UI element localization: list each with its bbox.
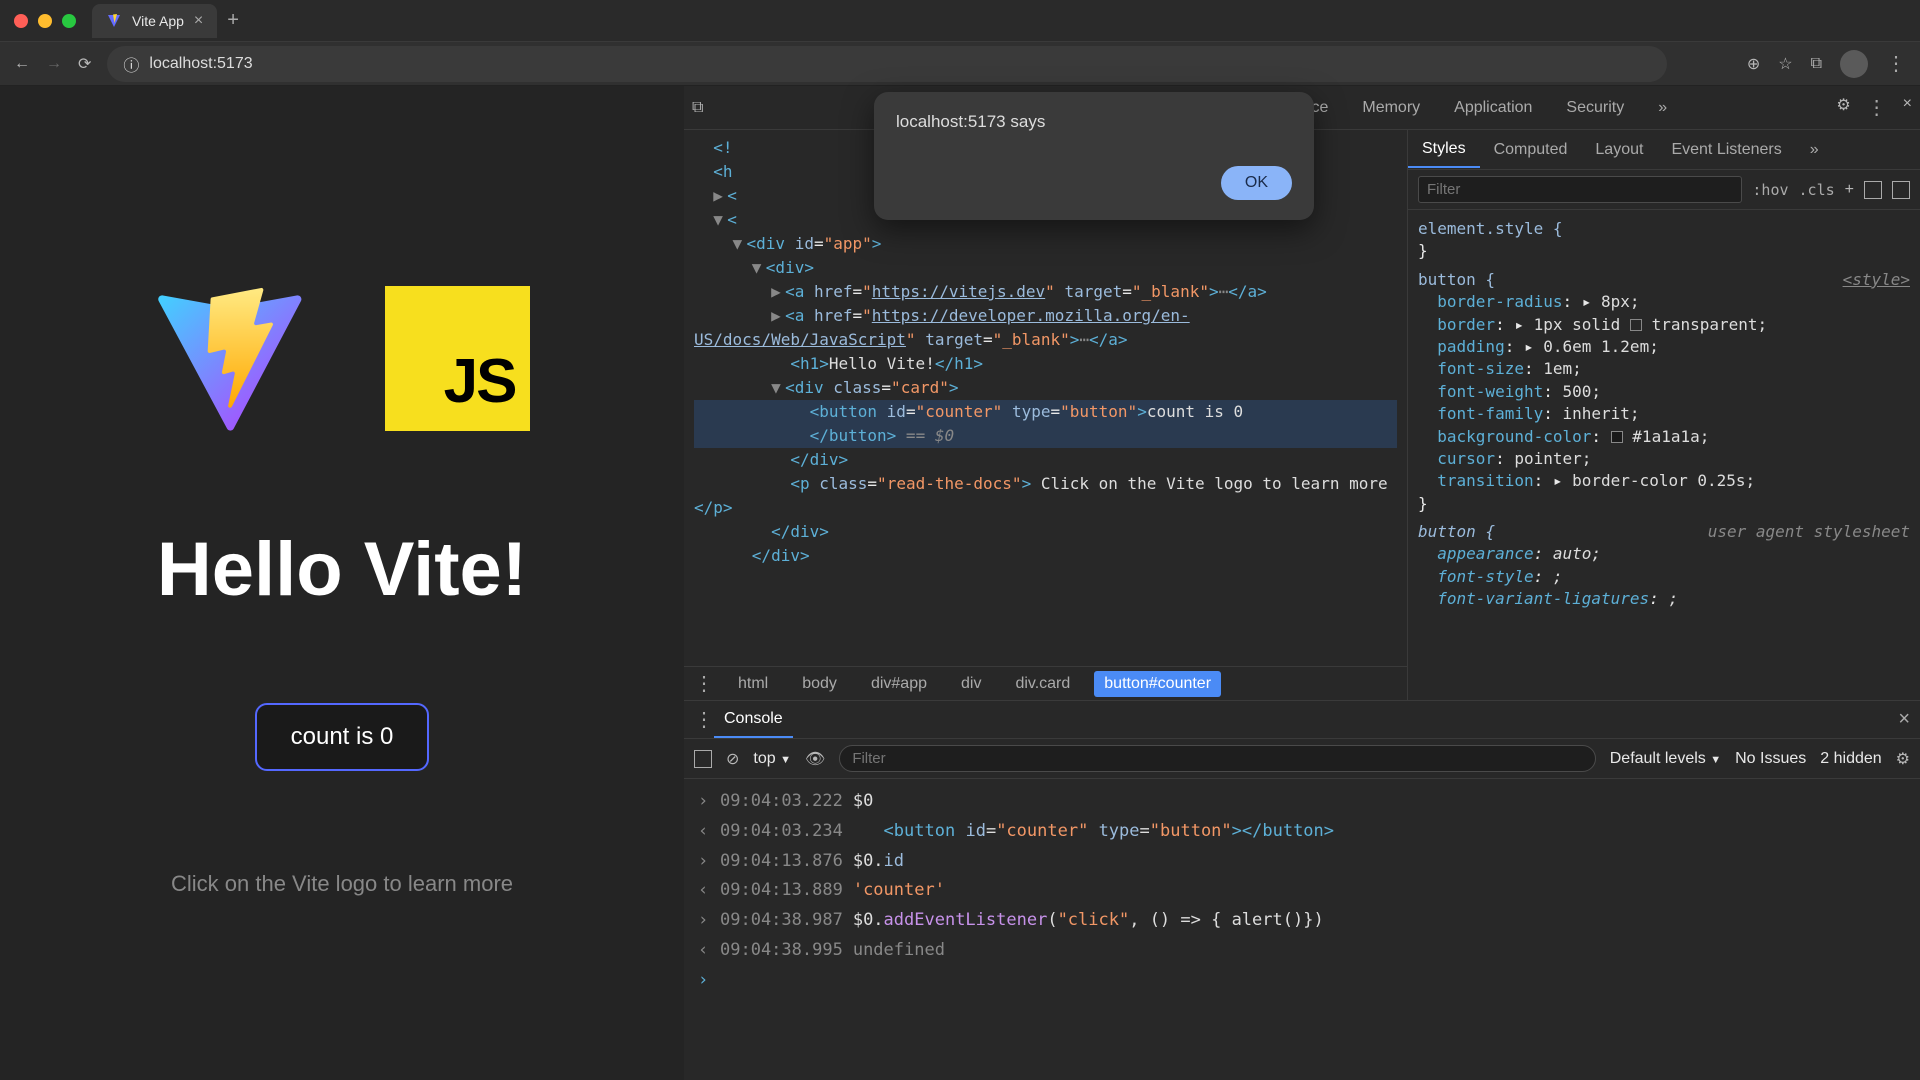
page-viewport: JS Hello Vite! count is 0 Click on the V… bbox=[0, 86, 684, 1080]
inspect-element-icon[interactable]: ⧉ bbox=[692, 99, 703, 117]
alert-dialog: localhost:5173 says OK bbox=[874, 92, 1314, 220]
counter-button[interactable]: count is 0 bbox=[255, 703, 430, 771]
new-tab-button[interactable]: + bbox=[227, 9, 239, 32]
tab-close-icon[interactable]: × bbox=[194, 12, 203, 30]
tab-computed[interactable]: Computed bbox=[1480, 133, 1582, 167]
console-drawer: ⋮ Console × ⊘ top ▼ 👁 Default levels ▼ N… bbox=[684, 700, 1920, 1080]
profile-avatar[interactable] bbox=[1840, 50, 1868, 78]
crumb-div[interactable]: div bbox=[951, 671, 991, 697]
vite-logo-icon[interactable] bbox=[155, 286, 305, 436]
console-tab[interactable]: Console bbox=[714, 702, 793, 738]
console-filter-input[interactable] bbox=[839, 745, 1595, 772]
url-text: localhost:5173 bbox=[149, 55, 252, 73]
alert-ok-button[interactable]: OK bbox=[1221, 166, 1292, 200]
console-sidebar-icon[interactable] bbox=[694, 750, 712, 768]
tab-application[interactable]: Application bbox=[1446, 89, 1540, 127]
crumb-body[interactable]: body bbox=[792, 671, 847, 697]
devtools-menu-icon[interactable]: ⋮ bbox=[1867, 95, 1887, 120]
tab-more-icon[interactable]: » bbox=[1650, 89, 1675, 127]
console-log[interactable]: ›09:04:03.222$0 ‹09:04:03.234 <button id… bbox=[684, 779, 1920, 1080]
live-expression-icon[interactable]: 👁 bbox=[805, 749, 825, 769]
tab-styles[interactable]: Styles bbox=[1408, 132, 1480, 168]
alert-title: localhost:5173 says bbox=[896, 112, 1292, 132]
devtools-settings-icon[interactable]: ⚙ bbox=[1836, 95, 1850, 120]
address-bar: ← → ⟳ ⓘ localhost:5173 ⊕ ☆ ⧉ ⋮ bbox=[0, 42, 1920, 86]
styles-filter-input[interactable] bbox=[1418, 176, 1742, 203]
crumb-div-card[interactable]: div.card bbox=[1005, 671, 1080, 697]
hov-toggle[interactable]: :hov bbox=[1752, 181, 1788, 199]
styles-panel: Styles Computed Layout Event Listeners »… bbox=[1408, 130, 1920, 700]
devtools-close-icon[interactable]: × bbox=[1903, 95, 1912, 120]
crumb-div-app[interactable]: div#app bbox=[861, 671, 937, 697]
close-window-button[interactable] bbox=[14, 14, 28, 28]
crumb-menu-icon[interactable]: ⋮ bbox=[694, 671, 714, 696]
zoom-icon[interactable]: ⊕ bbox=[1747, 54, 1760, 74]
devtools: localhost:5173 says OK ⧉ rk Performance … bbox=[684, 86, 1920, 1080]
browser-tab[interactable]: Vite App × bbox=[92, 4, 217, 38]
browser-titlebar: Vite App × + bbox=[0, 0, 1920, 42]
drawer-close-icon[interactable]: × bbox=[1898, 708, 1910, 731]
styles-icon-1[interactable] bbox=[1864, 181, 1882, 199]
minimize-window-button[interactable] bbox=[38, 14, 52, 28]
site-info-icon[interactable]: ⓘ bbox=[123, 52, 139, 76]
tab-styles-more[interactable]: » bbox=[1796, 133, 1833, 167]
page-heading: Hello Vite! bbox=[157, 526, 527, 613]
styles-icon-2[interactable] bbox=[1892, 181, 1910, 199]
docs-hint: Click on the Vite logo to learn more bbox=[171, 871, 513, 897]
console-context[interactable]: top ▼ bbox=[753, 750, 791, 768]
console-hidden[interactable]: 2 hidden bbox=[1820, 750, 1881, 768]
clear-console-icon[interactable]: ⊘ bbox=[726, 749, 739, 769]
console-settings-icon[interactable]: ⚙ bbox=[1896, 749, 1910, 769]
new-style-rule-icon[interactable]: + bbox=[1845, 181, 1854, 199]
crumb-button-counter[interactable]: button#counter bbox=[1094, 671, 1221, 697]
cls-toggle[interactable]: .cls bbox=[1799, 181, 1835, 199]
vite-favicon-icon bbox=[106, 13, 122, 29]
back-button[interactable]: ← bbox=[14, 55, 30, 73]
crumb-html[interactable]: html bbox=[728, 671, 778, 697]
js-logo-text: JS bbox=[444, 346, 516, 417]
log-levels[interactable]: Default levels ▼ bbox=[1610, 750, 1721, 768]
extensions-icon[interactable]: ⧉ bbox=[1811, 55, 1822, 73]
breadcrumb: ⋮ html body div#app div div.card button#… bbox=[684, 666, 1407, 700]
tab-security[interactable]: Security bbox=[1558, 89, 1632, 127]
styles-rules[interactable]: element.style { } <style>button { border… bbox=[1408, 210, 1920, 700]
url-box[interactable]: ⓘ localhost:5173 bbox=[107, 46, 1667, 82]
reload-button[interactable]: ⟳ bbox=[78, 54, 91, 74]
tab-layout[interactable]: Layout bbox=[1581, 133, 1657, 167]
zoom-window-button[interactable] bbox=[62, 14, 76, 28]
tab-title: Vite App bbox=[132, 13, 184, 29]
javascript-logo-icon[interactable]: JS bbox=[385, 286, 530, 431]
console-issues[interactable]: No Issues bbox=[1735, 750, 1806, 768]
forward-button[interactable]: → bbox=[46, 55, 62, 73]
browser-menu-icon[interactable]: ⋮ bbox=[1886, 51, 1906, 76]
window-controls bbox=[14, 14, 76, 28]
tab-memory[interactable]: Memory bbox=[1354, 89, 1428, 127]
bookmark-icon[interactable]: ☆ bbox=[1778, 54, 1792, 74]
tab-event-listeners[interactable]: Event Listeners bbox=[1657, 133, 1795, 167]
drawer-menu-icon[interactable]: ⋮ bbox=[694, 707, 714, 732]
